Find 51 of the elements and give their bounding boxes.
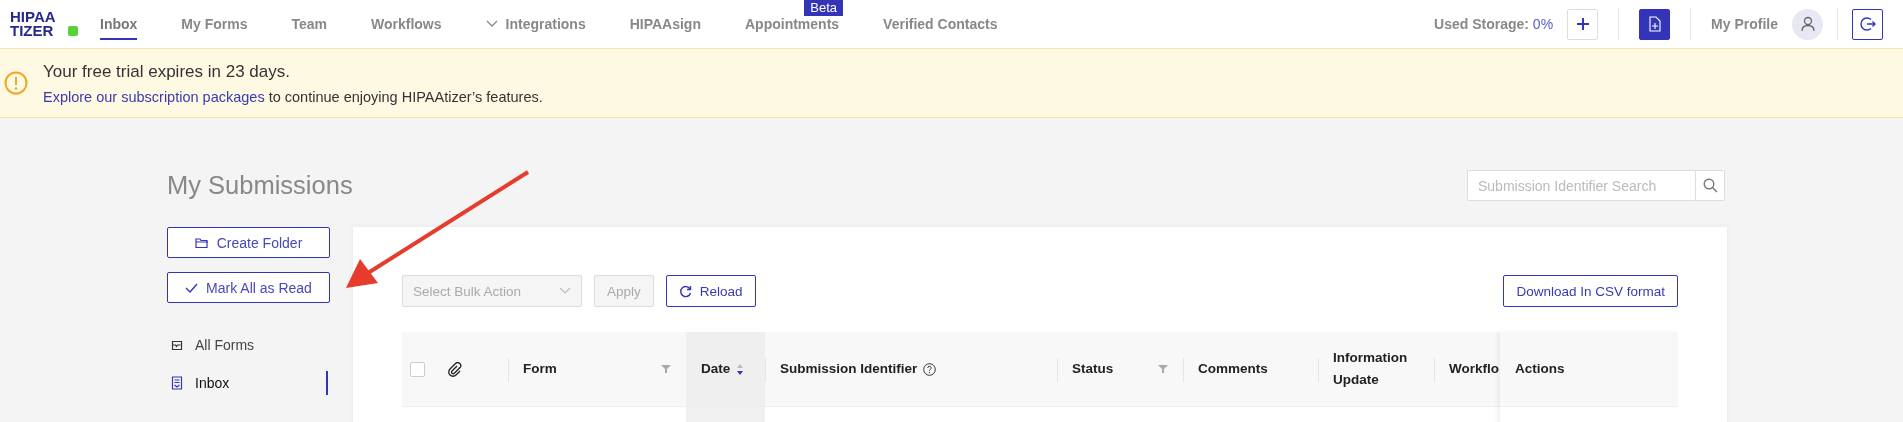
column-header: Workflo xyxy=(1449,360,1499,378)
new-document-button[interactable] xyxy=(1639,8,1671,40)
subscription-message: Explore our subscription packages to continue enjoying HIPAAtizer’s features. xyxy=(43,88,543,105)
avatar-icon[interactable] xyxy=(1792,8,1823,40)
chevron-down-icon xyxy=(559,287,571,295)
plus-icon xyxy=(1575,17,1590,31)
column-header: Form xyxy=(523,360,557,378)
download-csv-button[interactable]: Download In CSV format xyxy=(1503,275,1678,307)
search-field[interactable]: Submission Identifier Search xyxy=(1467,170,1695,201)
nav-tab[interactable]: Integrations xyxy=(485,0,586,48)
sidebar-button[interactable]: Mark All as Read xyxy=(167,272,330,303)
nav-tab[interactable]: My Forms xyxy=(181,0,248,48)
reload-button[interactable]: Reload xyxy=(665,275,756,307)
profile-link[interactable]: My Profile xyxy=(1711,16,1778,32)
search-icon xyxy=(1702,178,1718,193)
chevron-down-icon xyxy=(485,20,498,28)
logout-icon xyxy=(1859,16,1876,32)
document-plus-icon xyxy=(1648,16,1661,32)
subscription-link[interactable]: Explore our subscription packages xyxy=(43,88,265,105)
trial-message: Your free trial expires in 23 days. xyxy=(43,61,291,82)
column-header: Submission Identifier xyxy=(780,360,918,378)
folder-item[interactable]: Inbox xyxy=(195,375,230,391)
column-header: Actions xyxy=(1515,360,1565,378)
nav-tab[interactable]: Inbox xyxy=(100,0,138,48)
sidebar-button[interactable]: Create Folder xyxy=(167,227,330,258)
nav-tab[interactable]: HIPAAsign xyxy=(629,0,701,48)
storage-label: Used Storage: 0% xyxy=(1434,16,1554,32)
logo[interactable]: HIPAA TIZER xyxy=(10,10,78,38)
column-header: Date xyxy=(701,360,731,378)
logout-button[interactable] xyxy=(1852,8,1883,40)
column-header: Information Update xyxy=(1333,349,1409,389)
help-icon[interactable] xyxy=(923,362,937,376)
add-button[interactable] xyxy=(1567,8,1599,40)
tray-icon xyxy=(171,339,183,351)
folder-item[interactable]: All Forms xyxy=(195,337,255,353)
nav-tab[interactable]: Team xyxy=(291,0,327,48)
nav-tab[interactable]: Verified Contacts xyxy=(883,0,998,48)
nav-tab[interactable]: Workflows xyxy=(371,0,442,48)
page-title: My Submissions xyxy=(167,171,353,200)
folder-icon xyxy=(194,236,209,249)
checkbox[interactable] xyxy=(410,361,425,377)
beta-badge: Beta xyxy=(804,0,844,16)
warning-icon xyxy=(4,71,28,95)
column-header: Comments xyxy=(1198,360,1268,378)
search-button[interactable] xyxy=(1695,170,1725,201)
checkmark-icon xyxy=(185,282,199,293)
sort-icon[interactable] xyxy=(736,362,745,376)
document-icon xyxy=(171,376,183,390)
paperclip-icon[interactable] xyxy=(448,361,462,377)
column-header: Status xyxy=(1072,360,1114,378)
reload-icon xyxy=(678,284,692,298)
